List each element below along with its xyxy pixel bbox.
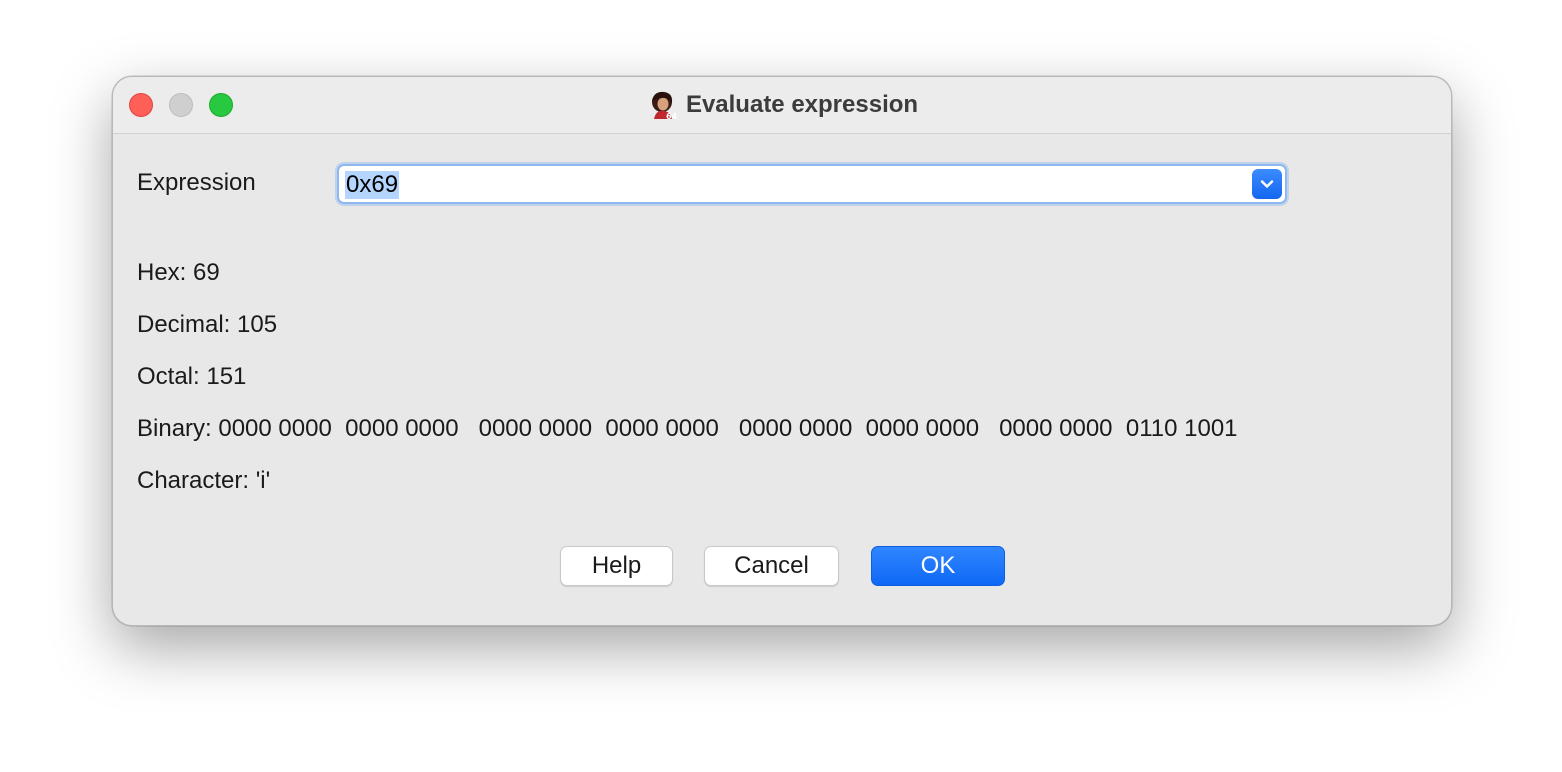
expression-dropdown-button[interactable]: [1252, 169, 1282, 199]
help-button[interactable]: Help: [560, 546, 673, 586]
ok-button[interactable]: OK: [871, 546, 1005, 586]
octal-result: Octal: 151: [137, 363, 247, 390]
cancel-button[interactable]: Cancel: [704, 546, 839, 586]
app-portrait-icon: 64: [651, 91, 678, 121]
expression-input[interactable]: 0x69: [345, 171, 400, 199]
hex-result: Hex: 69: [137, 259, 220, 286]
expression-label: Expression: [137, 169, 256, 196]
svg-text:64: 64: [666, 112, 678, 121]
character-result: Character: 'i': [137, 467, 271, 494]
binary-result: Binary: 0000 0000 0000 0000 0000 0000 00…: [137, 415, 1238, 442]
window-title: Evaluate expression: [685, 91, 919, 118]
evaluate-expression-dialog: 64 Evaluate expression Expression 0x69 H…: [112, 76, 1452, 626]
decimal-result: Decimal: 105: [137, 311, 278, 338]
chevron-down-icon: [1260, 180, 1274, 188]
title-bar[interactable]: 64 Evaluate expression: [113, 77, 1451, 134]
expression-combobox[interactable]: 0x69: [337, 164, 1287, 204]
